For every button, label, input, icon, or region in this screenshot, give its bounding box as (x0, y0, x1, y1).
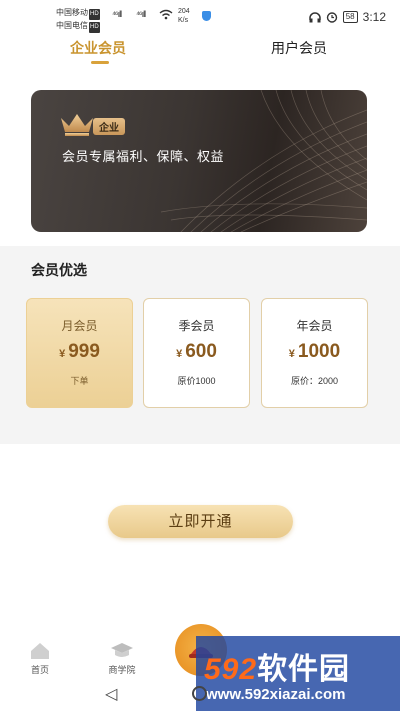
back-icon[interactable]: ◁ (105, 684, 117, 704)
plan-price: ¥1000 (288, 341, 341, 362)
graduation-cap-icon (111, 643, 133, 657)
plan-original-price: 原价：2000 (290, 376, 339, 386)
alarm-icon (326, 12, 337, 23)
plan-price: ¥600 (176, 341, 217, 362)
carrier-1: 中国移动 (56, 8, 88, 17)
membership-tabs: 企业会员 用户会员 (0, 38, 400, 66)
status-bar: 中国移动 HD 中国电信 HD ⁴⁶ıll ⁴⁶ıll 204 K/s 58 3:1… (0, 0, 400, 33)
battery-icon: 58 (342, 11, 358, 23)
active-tab-indicator (91, 61, 109, 64)
headphones-icon (308, 11, 321, 22)
right-status: 58 3:12 (308, 10, 386, 24)
tab-user-member[interactable]: 用户会员 (271, 38, 327, 58)
network-speed: 204 K/s (178, 7, 190, 25)
signal-icon: ⁴⁶ıll (136, 9, 146, 19)
signal-icon: ⁴⁶ıll (112, 9, 122, 19)
clock: 3:12 (362, 10, 386, 24)
home-icon (31, 643, 49, 659)
plan-name: 季会员 (178, 319, 215, 333)
hd-badge: HD (89, 22, 100, 33)
nav-label: 商学院 (108, 665, 136, 675)
plan-card-quarterly[interactable]: 季会员 ¥600 原价1000 (143, 298, 250, 408)
speed-unit: K/s (178, 17, 189, 24)
home-circle-icon[interactable] (192, 686, 207, 701)
enterprise-badge: 企业 (93, 118, 125, 135)
plan-price: ¥999 (59, 341, 100, 362)
speed-value: 204 (178, 8, 190, 15)
hd-badge: HD (89, 9, 100, 20)
crown-icon (59, 112, 95, 141)
shield-icon (202, 11, 211, 21)
nav-business-school[interactable]: 商学院 (102, 642, 142, 676)
nav-home[interactable]: 首页 (24, 642, 56, 676)
membership-banner: 企业 会员专属福利、保障、权益 (31, 90, 367, 232)
system-navigation-bar: ◁ (0, 678, 400, 711)
activate-now-button[interactable]: 立即开通 (108, 505, 293, 538)
tab-enterprise-member[interactable]: 企业会员 (70, 38, 126, 58)
plans-section: 会员优选 月会员 ¥999 下单 季会员 ¥600 原价1000 年会员 ¥10… (0, 246, 400, 444)
banner-benefits-text: 会员专属福利、保障、权益 (62, 149, 225, 164)
plan-original-price: 原价1000 (177, 376, 216, 386)
plan-subtext: 下单 (70, 376, 89, 386)
section-title: 会员优选 (31, 262, 87, 278)
plan-card-monthly[interactable]: 月会员 ¥999 下单 (26, 298, 133, 408)
carrier-2: 中国电信 (56, 21, 88, 30)
carrier-info: 中国移动 HD 中国电信 HD (56, 7, 100, 33)
plan-name: 年会员 (296, 319, 333, 333)
nav-label: 首页 (30, 665, 49, 675)
wifi-icon (159, 9, 173, 22)
plan-card-yearly[interactable]: 年会员 ¥1000 原价：2000 (261, 298, 368, 408)
plan-name: 月会员 (61, 319, 98, 333)
